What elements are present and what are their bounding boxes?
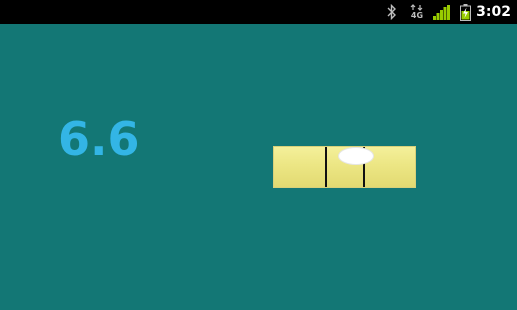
level-reading: 6.6	[58, 112, 140, 166]
bluetooth-icon	[384, 0, 400, 24]
network-type-label: 4G	[410, 11, 424, 20]
level-bubble	[338, 147, 374, 165]
battery-charging-icon	[458, 0, 472, 24]
status-bar: 4G 3:02	[0, 0, 517, 24]
signal-icon	[432, 0, 450, 24]
network-4g-icon: 4G	[407, 0, 427, 24]
bubble-level-tube	[273, 146, 416, 188]
status-clock: 3:02	[476, 4, 511, 20]
level-left-marker	[325, 147, 327, 187]
